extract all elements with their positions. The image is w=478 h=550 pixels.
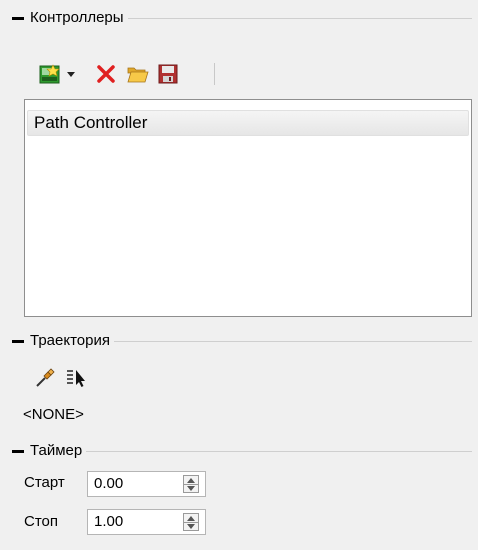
toolbar-separator <box>214 63 215 85</box>
list-item-path-controller[interactable]: Path Controller <box>27 110 469 136</box>
controllers-group-title: Контроллеры <box>30 9 124 26</box>
select-from-list-icon <box>67 370 85 387</box>
controllers-group-header: Контроллеры <box>12 8 472 28</box>
open-folder-icon <box>127 67 149 83</box>
timer-group-header: Таймер <box>12 441 472 461</box>
collapse-trajectory-icon[interactable] <box>12 339 24 343</box>
controllers-list[interactable]: Path Controller <box>24 99 472 317</box>
start-spinner[interactable]: 0.00 <box>87 471 206 497</box>
select-from-list-button[interactable] <box>64 367 88 389</box>
stop-label: Стоп <box>24 513 58 530</box>
arrow-up-icon <box>187 515 195 521</box>
arrow-up-icon <box>187 477 195 483</box>
start-label: Старт <box>24 474 65 491</box>
timer-group-title: Таймер <box>30 442 83 459</box>
stop-decrement-button[interactable] <box>184 522 198 530</box>
trajectory-current-value: <NONE> <box>23 406 84 423</box>
save-controller-button[interactable] <box>156 62 180 86</box>
delete-icon <box>97 65 115 83</box>
arrow-down-icon <box>187 523 195 529</box>
collapse-controllers-icon[interactable] <box>12 16 24 20</box>
start-spinner-buttons[interactable] <box>183 475 199 493</box>
add-controller-icon <box>39 64 60 84</box>
trajectory-group-header: Траектория <box>12 331 472 351</box>
dropdown-arrow-icon <box>67 72 75 77</box>
start-value[interactable]: 0.00 <box>94 475 123 492</box>
group-divider <box>127 17 472 19</box>
save-icon <box>158 64 178 84</box>
stop-spinner-buttons[interactable] <box>183 513 199 531</box>
open-controller-button[interactable] <box>126 62 150 86</box>
pick-path-icon <box>36 368 55 387</box>
add-controller-dropdown[interactable] <box>64 62 78 86</box>
add-controller-button[interactable] <box>38 62 62 86</box>
delete-controller-button[interactable] <box>94 62 118 86</box>
arrow-down-icon <box>187 485 195 491</box>
group-divider <box>113 340 472 342</box>
start-decrement-button[interactable] <box>184 484 198 492</box>
stop-spinner[interactable]: 1.00 <box>87 509 206 535</box>
pick-path-button[interactable] <box>34 367 56 389</box>
collapse-timer-icon[interactable] <box>12 449 24 453</box>
trajectory-group-title: Траектория <box>30 332 110 349</box>
group-divider <box>86 450 472 452</box>
stop-value[interactable]: 1.00 <box>94 513 123 530</box>
